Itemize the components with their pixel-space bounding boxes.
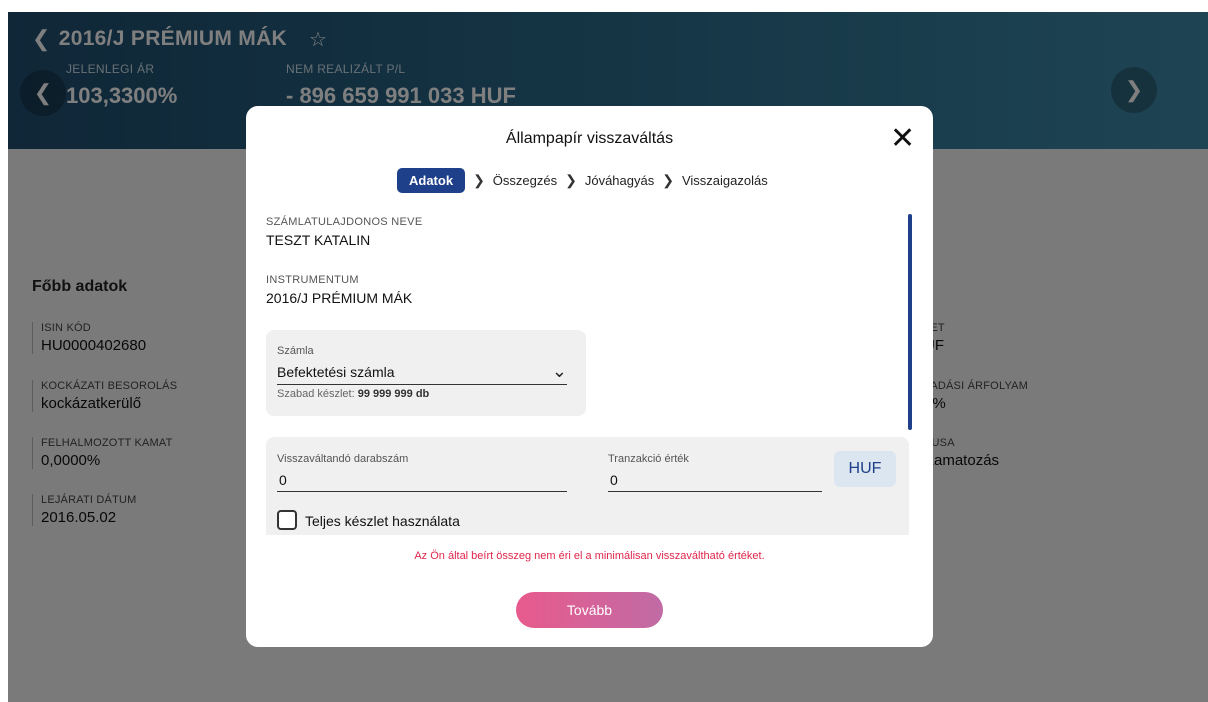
- currency-button[interactable]: HUF: [834, 451, 896, 487]
- chevron-right-icon: ❯: [565, 172, 577, 188]
- account-card: Számla Befektetési számla ⌄ Szabad készl…: [266, 330, 586, 416]
- account-selected-value: Befektetési számla: [277, 363, 395, 380]
- transaction-value-label: Tranzakció érték: [608, 453, 689, 465]
- account-select[interactable]: Befektetési számla ⌄: [277, 361, 567, 385]
- free-stock-value: 99 999 999 db: [357, 388, 430, 400]
- instrument-value: 2016/J PRÉMIUM MÁK: [266, 290, 413, 306]
- close-icon[interactable]: ✕: [890, 124, 915, 154]
- error-message: Az Ön által beírt összeg nem éri el a mi…: [414, 550, 765, 562]
- free-stock-label: Szabad készlet:: [277, 388, 358, 400]
- quantity-label: Visszaváltandó darabszám: [277, 453, 409, 465]
- dialog-title: Állampapír visszaváltás: [505, 130, 674, 147]
- chevron-right-icon: ❯: [662, 172, 674, 188]
- continue-button[interactable]: Tovább: [516, 592, 663, 628]
- full-stock-label: Teljes készlet használata: [305, 513, 460, 529]
- instrument-label: INSTRUMENTUM: [266, 274, 359, 286]
- free-stock-hint: Szabad készlet: 99 999 999 db: [277, 388, 429, 400]
- holder-value: TESZT KATALIN: [266, 232, 371, 248]
- app-window: ❮ 2016/J PRÉMIUM MÁK ☆ JELENLEGI ÁR 103,…: [8, 12, 1208, 702]
- account-label: Számla: [277, 345, 314, 357]
- chevron-right-icon: ❯: [473, 172, 485, 188]
- amount-card: Visszaváltandó darabszám 0 Tranzakció ér…: [266, 437, 909, 535]
- stepper: Adatok ❯ Összegzés ❯ Jóváhagyás ❯ Vissza…: [397, 168, 768, 193]
- step-confirmation: Visszaigazolás: [681, 173, 768, 188]
- step-data: Adatok: [397, 168, 466, 193]
- redemption-dialog: Állampapír visszaváltás ✕ Adatok ❯ Össze…: [246, 106, 933, 647]
- chevron-down-icon: ⌄: [551, 361, 567, 381]
- scrollbar[interactable]: [908, 214, 912, 430]
- step-approval: Jóváhagyás: [584, 173, 655, 188]
- transaction-value-input[interactable]: 0: [608, 470, 822, 492]
- step-summary: Összegzés: [492, 173, 558, 188]
- full-stock-checkbox[interactable]: [277, 510, 297, 530]
- quantity-input[interactable]: 0: [277, 470, 567, 492]
- holder-label: SZÁMLATULAJDONOS NEVE: [266, 216, 423, 228]
